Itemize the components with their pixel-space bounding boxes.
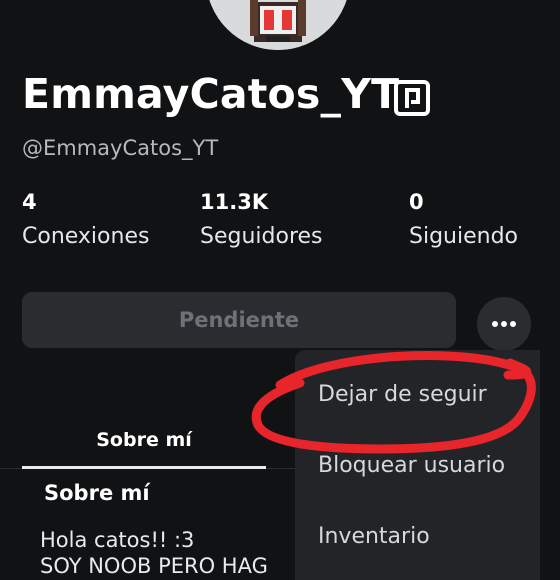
avatar[interactable] [206, 0, 350, 50]
more-options-menu: Dejar de seguir Bloquear usuario Inventa… [295, 350, 540, 580]
bio-text-line2: SOY NOOB PERO HAG [40, 554, 268, 578]
following-count: 0 [409, 190, 424, 214]
connections-count: 4 [22, 190, 37, 214]
ellipsis-icon [492, 321, 516, 327]
followers-count: 11.3K [200, 190, 269, 214]
tab-active-indicator [22, 466, 266, 469]
followers-label: Seguidores [200, 224, 323, 249]
username: @EmmayCatos_YT [22, 136, 219, 160]
display-name: EmmayCatos_YT [22, 70, 400, 118]
bio-text-line1: Hola catos!! :3 [40, 528, 195, 552]
more-options-button[interactable] [477, 297, 531, 351]
menu-item-inventory[interactable]: Inventario [318, 524, 430, 549]
stat-following[interactable]: 0 Siguiendo [409, 190, 518, 249]
verified-badge-icon [394, 80, 430, 116]
stat-connections[interactable]: 4 Conexiones [22, 190, 149, 249]
stat-followers[interactable]: 11.3K Seguidores [200, 190, 323, 249]
menu-item-block-user[interactable]: Bloquear usuario [318, 453, 505, 478]
following-label: Siguiendo [409, 224, 519, 249]
pending-button[interactable]: Pendiente [22, 292, 456, 348]
connections-label: Conexiones [22, 224, 150, 249]
about-section-title: Sobre mí [44, 481, 150, 505]
menu-item-unfollow[interactable]: Dejar de seguir [318, 382, 487, 407]
tab-about[interactable]: Sobre mí [22, 410, 266, 470]
